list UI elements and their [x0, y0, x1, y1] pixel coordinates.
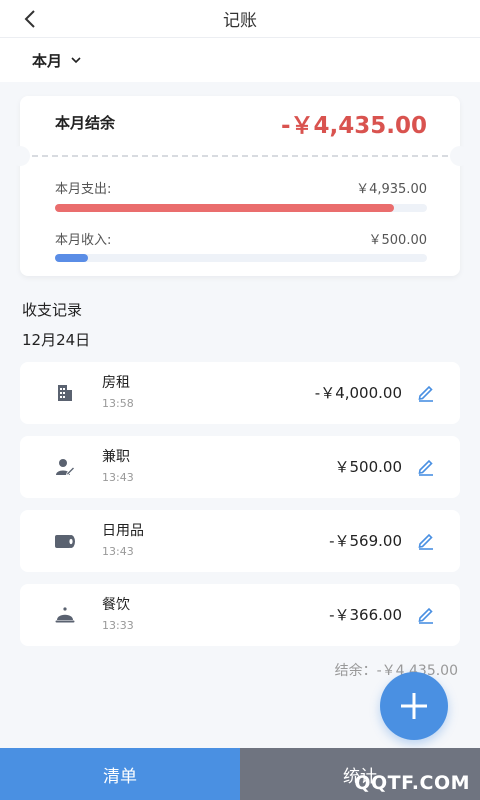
expense-progress-fill [55, 204, 394, 212]
record-amount: -￥569.00 [329, 532, 402, 550]
page-title: 记账 [223, 11, 257, 31]
chevron-down-icon [71, 57, 81, 64]
edit-pencil-icon[interactable] [416, 382, 436, 402]
record-time: 13:33 [102, 619, 134, 632]
record-time: 13:43 [102, 471, 134, 484]
record-time: 13:58 [102, 397, 134, 410]
record-amount: -￥366.00 [329, 606, 402, 624]
user-edit-icon [48, 450, 82, 484]
expense-label: 本月支出: [55, 182, 112, 197]
tab-list[interactable]: 清单 [0, 748, 240, 800]
record-name: 房租 [102, 375, 130, 391]
record-amount: -￥4,000.00 [314, 384, 402, 402]
building-icon [48, 376, 82, 410]
expense-progress-bar [55, 204, 427, 212]
record-time: 13:43 [102, 545, 134, 558]
record-name: 餐饮 [102, 597, 130, 613]
edit-pencil-icon[interactable] [416, 530, 436, 550]
record-item[interactable]: 兼职 13:43 ￥500.00 [20, 436, 460, 498]
income-label: 本月收入: [55, 233, 112, 248]
record-name: 日用品 [102, 523, 144, 539]
balance-label: 本月结余 [55, 114, 116, 132]
dish-cloche-icon [48, 598, 82, 632]
expense-value: ￥4,935.00 [356, 182, 427, 197]
record-item[interactable]: 日用品 13:43 -￥569.00 [20, 510, 460, 572]
record-item[interactable]: 餐饮 13:33 -￥366.00 [20, 584, 460, 646]
record-amount: ￥500.00 [334, 458, 403, 476]
plus-icon [401, 693, 427, 719]
edit-pencil-icon[interactable] [416, 456, 436, 476]
monthly-summary-card: 本月结余 -￥4,435.00 本月支出: ￥4,935.00 本月收入: ￥5… [10, 96, 470, 276]
income-value: ￥500.00 [368, 233, 428, 248]
tissue-roll-icon [48, 524, 82, 558]
top-bar: 记账 [0, 0, 480, 38]
month-selector-label: 本月 [32, 51, 63, 70]
add-record-button[interactable] [380, 672, 448, 740]
watermark: QQTF.COM [354, 772, 470, 794]
tab-list-label: 清单 [103, 766, 137, 787]
records-date: 12月24日 [22, 331, 91, 349]
record-item[interactable]: 房租 13:58 -￥4,000.00 [20, 362, 460, 424]
card-notch-right [450, 146, 470, 166]
card-notch-left [10, 146, 30, 166]
income-progress-fill [55, 254, 89, 262]
record-name: 兼职 [102, 449, 130, 465]
chevron-left-icon[interactable] [18, 6, 44, 32]
edit-pencil-icon[interactable] [416, 604, 436, 624]
records-section-title: 收支记录 [22, 301, 83, 319]
balance-value: -￥4,435.00 [280, 113, 427, 139]
dashed-divider [32, 155, 448, 157]
month-selector[interactable]: 本月 [0, 38, 480, 82]
income-progress-bar [55, 254, 427, 262]
